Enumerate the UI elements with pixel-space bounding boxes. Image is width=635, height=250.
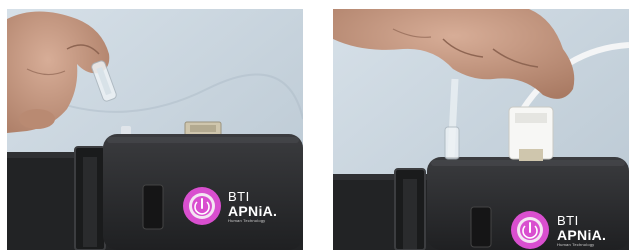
brand-tagline: Human Technology [228,218,266,223]
brand-label-left: BTI APNiA. Human Technology [228,190,277,223]
device-slot [142,184,164,230]
photo-right: BTI APNiA. Human Technology [333,9,629,250]
brand-line2: APNiA. [228,203,278,219]
white-plug [508,106,554,161]
device-slot [470,206,492,248]
brand-line1: BTI [557,213,579,228]
brand-tagline: Human Technology [557,242,595,247]
brand-label-right: BTI APNiA. Human Technology [557,214,606,247]
photo-left: BTI APNiA. Human Technology [7,9,303,250]
brand-line2: APNiA. [557,227,607,243]
brand-line1: BTI [228,189,250,204]
